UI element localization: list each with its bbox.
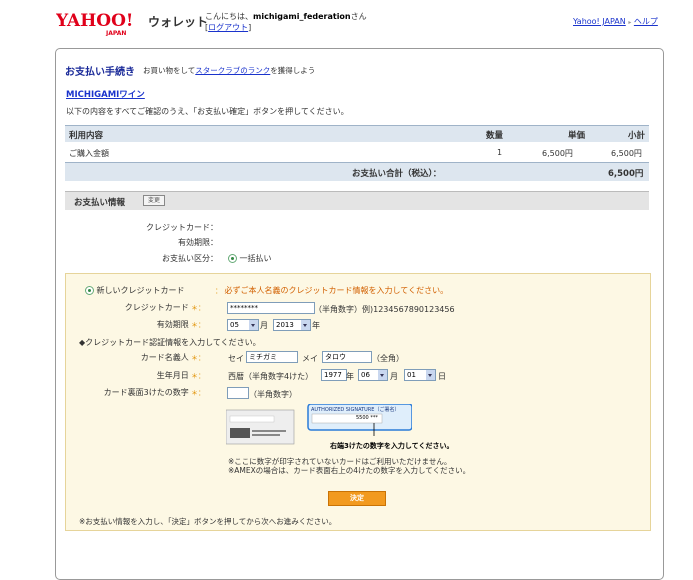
greeting-prefix: こんにちは、 xyxy=(205,12,253,21)
note-2: ※AMEXの場合は、カード表面右上の4けたの数字を入力してください。 xyxy=(228,466,471,475)
row-subtotal: 6,500円 xyxy=(611,149,642,158)
chevron-right-icon: ▸ xyxy=(628,19,632,26)
new-card-label: 新しいクレジットカード xyxy=(96,286,185,295)
required-mark: ＊： xyxy=(188,304,205,312)
cvv-label: カード裏面3けたの数字 xyxy=(103,388,189,397)
payment-info-header: お支払い情報 変更 xyxy=(65,191,649,210)
birth-prefix: 西暦（半角数字4けた） xyxy=(228,372,314,381)
table-row: ご購入金額 1 6,500円 6,500円 xyxy=(65,145,649,161)
sei-input[interactable]: ミチガミ xyxy=(246,351,298,363)
shop-name-link[interactable]: MICHIGAMIワイン xyxy=(66,88,145,100)
col-item: 利用内容 xyxy=(69,131,104,141)
chevron-down-icon xyxy=(249,320,258,330)
col-unit: 単価 xyxy=(568,131,586,141)
expiry-year-value: 2013 xyxy=(276,321,294,329)
logout-link[interactable]: ログアウト xyxy=(208,23,248,32)
birth-year-input[interactable]: 1977 xyxy=(321,369,347,381)
greeting-suffix: さん xyxy=(350,12,367,21)
chevron-down-icon xyxy=(378,370,387,380)
col-subtotal: 小計 xyxy=(628,131,646,141)
required-mark: ＊： xyxy=(188,354,205,362)
row-item: ご購入金額 xyxy=(69,149,109,158)
birth-year-unit: 年 xyxy=(346,372,354,381)
birth-month-unit: 月 xyxy=(390,372,398,381)
required-mark: ＊： xyxy=(188,372,205,380)
chevron-down-icon xyxy=(301,320,310,330)
wallet-title: ウォレット xyxy=(148,15,209,29)
card-number-label: クレジットカード xyxy=(124,303,189,312)
holder-hint: （全角） xyxy=(372,354,404,363)
footer-note: ※お支払い情報を入力し、「決定」ボタンを押してから次へお進みください。 xyxy=(79,517,337,526)
expiry-month-select[interactable]: 05 xyxy=(227,319,259,331)
expiry-label: 有効期限： xyxy=(178,238,218,247)
total-row: お支払い合計（税込）： 6,500円 xyxy=(65,162,649,181)
decide-button[interactable]: 決定 xyxy=(328,491,386,506)
mei-label: メイ xyxy=(302,354,318,363)
cvv-input[interactable] xyxy=(227,387,249,399)
birth-label: 生年月日 xyxy=(156,371,189,380)
star-club-link[interactable]: スタークラブのランク xyxy=(195,66,270,75)
page-title: お支払い手続き xyxy=(65,67,135,78)
subtitle-prefix: お買い物をして xyxy=(143,66,196,75)
payment-type-option[interactable]: 一括払い xyxy=(228,253,272,264)
expiry-month-value: 05 xyxy=(230,321,239,329)
top-links: Yahoo! JAPAN ▸ ヘルプ xyxy=(573,16,658,27)
signature-digits: 5500 *** xyxy=(356,415,378,421)
logout-bracket-close: ] xyxy=(248,23,252,32)
total-value: 6,500円 xyxy=(608,169,644,179)
radio-selected-icon[interactable] xyxy=(228,254,237,263)
auth-heading: ◆クレジットカード認証情報を入力してください。 xyxy=(79,338,261,347)
row-qty: 1 xyxy=(497,148,503,157)
required-mark: ＊： xyxy=(188,321,205,329)
svg-text:YAHOO!: YAHOO! xyxy=(56,11,133,31)
greeting: こんにちは、michigami_federationさん [ログアウト] xyxy=(205,11,367,33)
cvv-label-wrap: カード裏面3けたの数字 ＊： xyxy=(80,387,205,398)
cvv-pointer-text: 右端3けたの数字を入力してください。 xyxy=(330,442,454,450)
card-number-input[interactable]: ******** xyxy=(227,302,315,314)
signature-caption: AUTHORIZED SIGNATURE（ご署名） xyxy=(311,407,400,413)
cvv-hint: （半角数字） xyxy=(249,390,297,399)
yahoo-japan-logo: YAHOO! JAPAN xyxy=(56,11,133,36)
mei-input[interactable]: タロウ xyxy=(322,351,372,363)
col-qty: 数量 xyxy=(486,131,504,141)
year-unit: 年 xyxy=(312,321,320,330)
form-expiry-label: 有効期限 xyxy=(156,320,189,329)
svg-text:JAPAN: JAPAN xyxy=(105,30,126,36)
instruction-text: 以下の内容をすべてご確認のうえ、「お支払い確定」ボタンを押してください。 xyxy=(66,107,349,116)
expiry-label-wrap: 有効期限 ＊： xyxy=(100,319,205,330)
expiry-year-select[interactable]: 2013 xyxy=(273,319,311,331)
month-unit: 月 xyxy=(260,321,268,330)
row-unit: 6,500円 xyxy=(542,149,573,158)
required-mark: ＊： xyxy=(188,389,205,397)
card-number-hint: （半角数字）例)1234567890123456 xyxy=(314,305,455,314)
subtitle-suffix: を獲得しよう xyxy=(270,66,316,75)
birth-day-unit: 日 xyxy=(438,372,446,381)
credit-card-label: クレジットカード： xyxy=(146,223,218,232)
card-number-label-wrap: クレジットカード ＊： xyxy=(100,302,205,313)
holder-label: カード名義人 xyxy=(140,353,189,362)
payment-info-title: お支払い情報 xyxy=(74,198,126,208)
colon-marker: ： xyxy=(215,287,222,295)
chevron-down-icon xyxy=(426,370,435,380)
notice-text: 必ずご本人名義のクレジットカード情報を入力してください。 xyxy=(224,286,449,295)
birth-day-value: 01 xyxy=(407,371,416,379)
birth-month-value: 06 xyxy=(361,371,370,379)
total-label: お支払い合計（税込）： xyxy=(352,169,442,179)
birth-label-wrap: 生年月日 ＊： xyxy=(100,370,205,381)
username: michigami_federation xyxy=(253,12,351,21)
new-card-option[interactable]: 新しいクレジットカード xyxy=(85,285,185,296)
sei-label: セイ xyxy=(228,354,244,363)
yahoo-japan-link[interactable]: Yahoo! JAPAN xyxy=(573,17,626,26)
payment-type-value: 一括払い xyxy=(239,254,272,263)
change-button[interactable]: 変更 xyxy=(143,195,165,206)
new-card-notice: ： 必ずご本人名義のクレジットカード情報を入力してください。 xyxy=(215,285,448,296)
holder-label-wrap: カード名義人 ＊： xyxy=(100,352,205,363)
payment-type-label: お支払い区分： xyxy=(162,254,218,263)
birth-month-select[interactable]: 06 xyxy=(358,369,388,381)
radio-selected-icon[interactable] xyxy=(85,286,94,295)
page-subtitle: お買い物をしてスタークラブのランクを獲得しよう xyxy=(143,65,315,76)
table-header: 利用内容 数量 単価 小計 xyxy=(65,125,649,142)
help-link[interactable]: ヘルプ xyxy=(634,17,658,26)
birth-day-select[interactable]: 01 xyxy=(404,369,436,381)
